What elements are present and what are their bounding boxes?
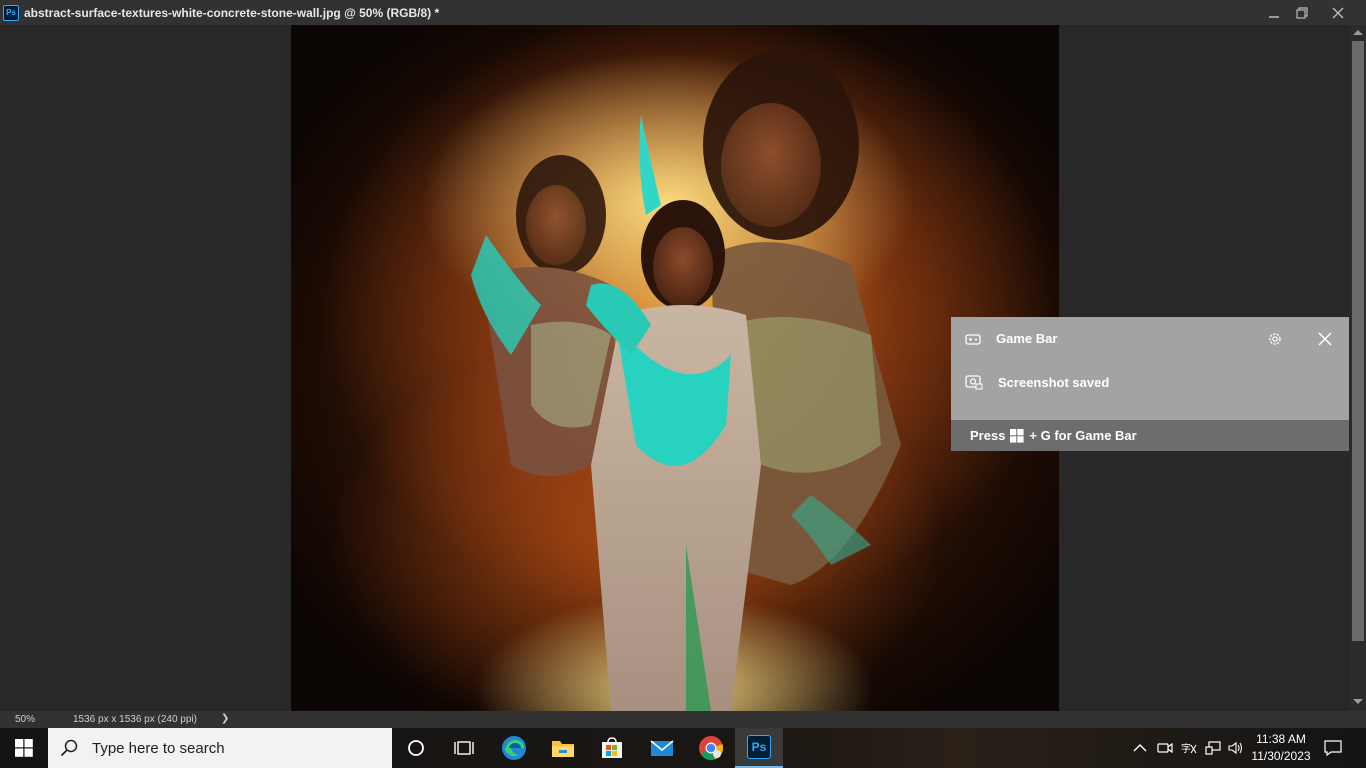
game-bar-hint: Press + G for Game Bar [951, 420, 1349, 451]
clock-date: 11/30/2023 [1251, 749, 1311, 763]
photoshop-icon-label: Ps [751, 740, 767, 754]
game-bar-icon [965, 334, 981, 345]
speaker-icon [1228, 741, 1243, 755]
notification-icon [1324, 740, 1342, 756]
restore-button[interactable] [1288, 0, 1316, 25]
language-tray-icon: 字 [1181, 742, 1197, 755]
screenshot-capture-icon [965, 375, 983, 390]
settings-gear-icon[interactable] [1267, 331, 1283, 347]
task-view-icon [454, 741, 474, 755]
status-menu-arrow-icon[interactable]: ❯ [221, 713, 229, 724]
svg-text:字: 字 [1181, 742, 1191, 755]
network-icon [1205, 741, 1221, 755]
close-notification-icon[interactable] [1317, 331, 1333, 347]
hint-prefix: Press [970, 428, 1006, 443]
action-center-button[interactable] [1324, 738, 1342, 758]
photoshop-app[interactable]: Ps [735, 728, 783, 768]
search-icon [60, 739, 78, 757]
camera-tray-icon [1157, 742, 1173, 754]
task-view-button[interactable] [440, 728, 488, 768]
cortana-icon [408, 740, 424, 756]
photoshop-icon: Ps [747, 735, 771, 759]
edge-icon [502, 736, 526, 760]
clock-time: 11:38 AM [1256, 732, 1306, 746]
show-hidden-icons-button[interactable] [1131, 738, 1149, 758]
mail-app[interactable] [638, 728, 686, 768]
minimize-button[interactable] [1260, 0, 1288, 25]
scroll-down-icon[interactable] [1353, 699, 1363, 704]
game-bar-notification: Game Bar Screenshot saved Press + G for … [951, 317, 1349, 451]
scrollbar-thumb[interactable] [1352, 41, 1364, 641]
close-icon [1332, 7, 1344, 18]
game-bar-title: Game Bar [996, 331, 1058, 346]
zoom-level[interactable]: 50% [15, 714, 35, 725]
chrome-icon [699, 736, 724, 760]
document-title: abstract-surface-textures-white-concrete… [24, 5, 440, 20]
close-window-button[interactable] [1324, 0, 1352, 25]
microsoft-store-app[interactable] [588, 728, 636, 768]
game-bar-header: Game Bar [951, 317, 1349, 361]
minimize-icon [1269, 15, 1279, 18]
cortana-button[interactable] [392, 728, 440, 768]
status-bar: 50% 1536 px x 1536 px (240 ppi) ❯ [0, 711, 1366, 728]
chrome-app[interactable] [687, 728, 735, 768]
title-bar: Ps abstract-surface-textures-white-concr… [0, 0, 1366, 25]
restore-icon [1296, 6, 1308, 19]
windows-key-icon [1010, 428, 1025, 443]
taskbar-search-box[interactable]: Type here to search [48, 728, 392, 768]
document-canvas[interactable] [291, 25, 1059, 711]
taskbar-clock[interactable]: 11:38 AM 11/30/2023 [1246, 731, 1316, 765]
screenshot-saved-message[interactable]: Screenshot saved [998, 375, 1109, 390]
volume-tray[interactable] [1227, 738, 1245, 758]
chevron-up-icon [1133, 744, 1147, 752]
windows-logo-icon [15, 739, 33, 757]
scroll-up-icon[interactable] [1353, 30, 1363, 35]
document-dimensions: 1536 px x 1536 px (240 ppi) [73, 714, 197, 725]
photoshop-app-icon[interactable]: Ps [3, 4, 19, 21]
microsoft-store-icon [602, 737, 622, 758]
taskbar: Type here to search Ps 字 11:38 AM 11/30/… [0, 728, 1366, 768]
composite-photo-image [471, 50, 901, 711]
network-tray[interactable] [1204, 738, 1222, 758]
file-explorer-icon [552, 741, 574, 757]
input-method-tray[interactable]: 字 [1180, 738, 1198, 758]
start-button[interactable] [0, 728, 48, 768]
mail-icon [650, 740, 674, 756]
hint-suffix: + G for Game Bar [1029, 428, 1137, 443]
search-placeholder: Type here to search [92, 739, 225, 757]
edge-app[interactable] [490, 728, 538, 768]
meet-now-tray[interactable] [1156, 738, 1174, 758]
file-explorer-app[interactable] [539, 728, 587, 768]
vertical-scrollbar[interactable] [1350, 25, 1366, 711]
